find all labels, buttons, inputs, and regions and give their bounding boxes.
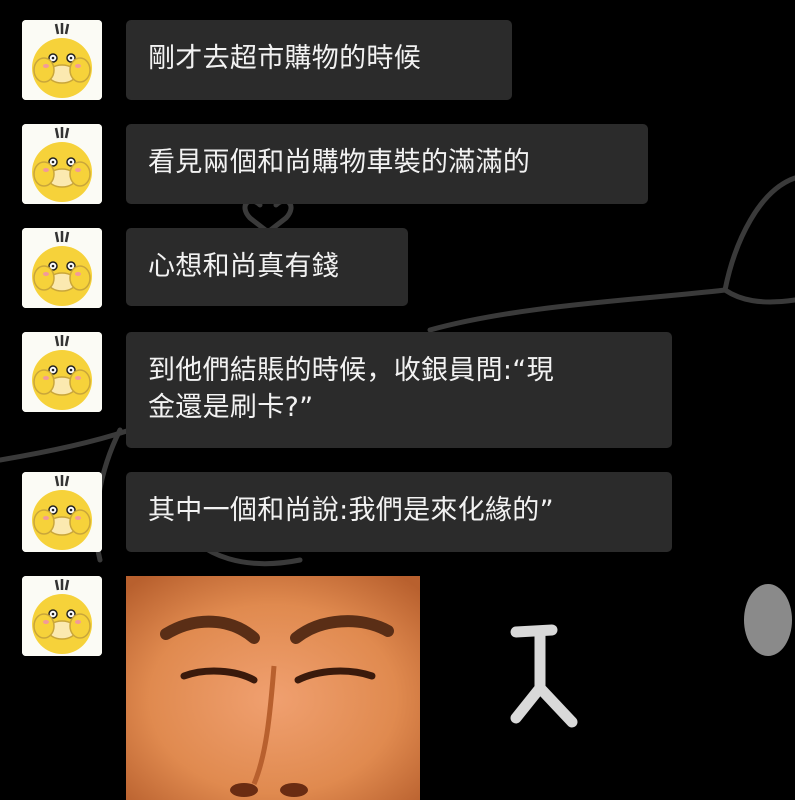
psyduck-avatar-icon [22, 576, 102, 656]
message-bubble[interactable]: 其中一個和尚說:我們是來化緣的” [126, 472, 672, 552]
psyduck-avatar-icon [22, 124, 102, 204]
avatar[interactable] [22, 20, 102, 100]
psyduck-avatar-icon [22, 472, 102, 552]
avatar[interactable] [22, 124, 102, 204]
avatar[interactable] [22, 228, 102, 308]
message-bubble[interactable]: 剛才去超市購物的時候 [126, 20, 512, 100]
avatar[interactable] [22, 332, 102, 412]
avatar[interactable] [22, 472, 102, 552]
message-bubble[interactable]: 看見兩個和尚購物車裝的滿滿的 [126, 124, 648, 204]
psyduck-avatar-icon [22, 228, 102, 308]
avatar[interactable] [22, 576, 102, 656]
wallpaper-eye-shape [744, 584, 792, 656]
psyduck-avatar-icon [22, 20, 102, 100]
face-reaction-photo[interactable] [126, 576, 420, 800]
wallpaper-mouth-glyph [510, 624, 578, 728]
message-bubble[interactable]: 到他們結賬的時候，收銀員問:“現 金還是刷卡?” [126, 332, 672, 448]
message-bubble[interactable]: 心想和尚真有錢 [126, 228, 408, 306]
psyduck-avatar-icon [22, 332, 102, 412]
face-photo-illustration [126, 576, 420, 800]
